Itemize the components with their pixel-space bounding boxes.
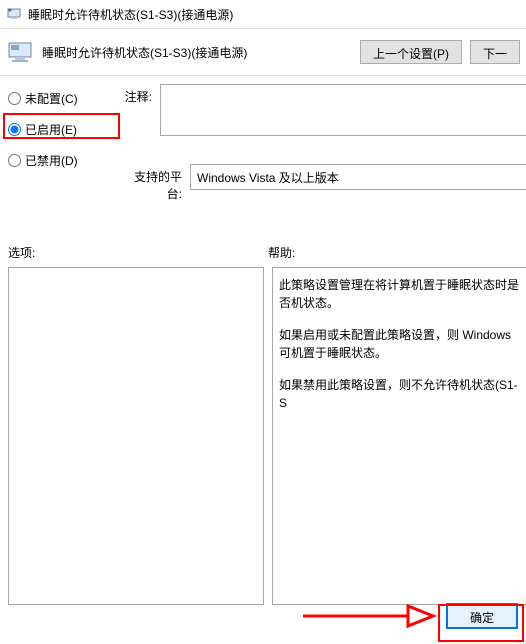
radio-not-configured[interactable]: 未配置(C) xyxy=(8,88,112,109)
middle-labels: 选项: 帮助: xyxy=(0,244,526,261)
ok-button[interactable]: 确定 xyxy=(446,603,518,629)
options-label: 选项: xyxy=(8,244,268,261)
comment-textbox[interactable] xyxy=(160,84,526,136)
help-text-2: 如果启用或未配置此策略设置，则 Windows 可机置于睡眠状态。 xyxy=(279,326,521,362)
radio-enabled-input[interactable] xyxy=(8,123,21,136)
radio-disabled[interactable]: 已禁用(D) xyxy=(8,150,112,171)
title-bar: 睡眠时允许待机状态(S1-S3)(接通电源) xyxy=(0,0,526,28)
help-label: 帮助: xyxy=(268,244,295,261)
platform-textbox: Windows Vista 及以上版本 xyxy=(190,164,526,190)
radio-enabled-label: 已启用(E) xyxy=(25,121,77,138)
comment-label: 注释: xyxy=(120,84,160,105)
policy-large-icon xyxy=(6,38,34,66)
radio-not-configured-input[interactable] xyxy=(8,92,21,105)
radio-disabled-label: 已禁用(D) xyxy=(25,152,78,169)
next-setting-button[interactable]: 下一 xyxy=(470,40,520,64)
help-text-1: 此策略设置管理在将计算机置于睡眠状态时是否机状态。 xyxy=(279,276,521,312)
help-text-3: 如果禁用此策略设置，则不允许待机状态(S1-S xyxy=(279,376,521,412)
platform-label: 支持的平台: xyxy=(120,164,190,202)
arrow-annotation xyxy=(298,596,438,636)
platform-text: Windows Vista 及以上版本 xyxy=(197,171,339,185)
policy-icon xyxy=(6,6,22,22)
options-panel xyxy=(8,267,264,605)
header-title: 睡眠时允许待机状态(S1-S3)(接通电源) xyxy=(42,44,352,61)
help-panel: 此策略设置管理在将计算机置于睡眠状态时是否机状态。 如果启用或未配置此策略设置，… xyxy=(272,267,526,605)
radio-group: 未配置(C) 已启用(E) 已禁用(D) xyxy=(0,76,120,204)
window-title: 睡眠时允许待机状态(S1-S3)(接通电源) xyxy=(28,6,233,23)
panels: 此策略设置管理在将计算机置于睡眠状态时是否机状态。 如果启用或未配置此策略设置，… xyxy=(0,267,526,605)
bottom-bar: 确定 xyxy=(0,596,526,636)
radio-enabled[interactable]: 已启用(E) xyxy=(8,119,112,140)
header-section: 睡眠时允许待机状态(S1-S3)(接通电源) 上一个设置(P) 下一 xyxy=(0,28,526,76)
radio-not-configured-label: 未配置(C) xyxy=(25,90,78,107)
radio-disabled-input[interactable] xyxy=(8,154,21,167)
prev-setting-button[interactable]: 上一个设置(P) xyxy=(360,40,462,64)
